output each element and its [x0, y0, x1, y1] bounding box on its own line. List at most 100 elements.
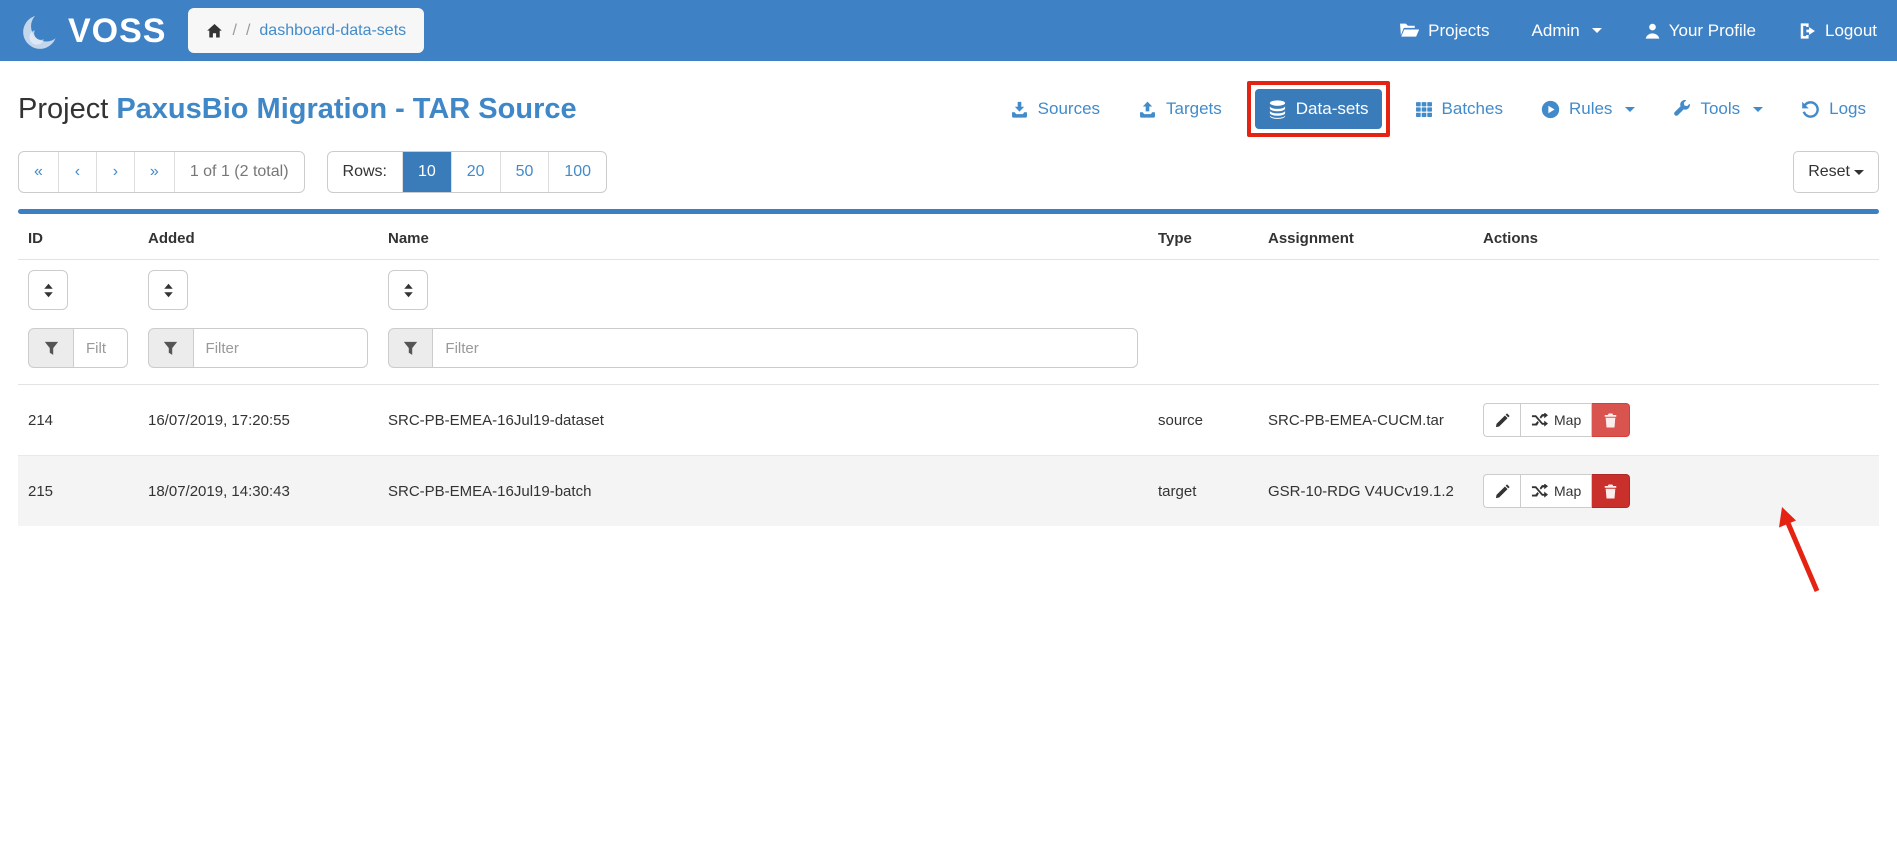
caret-down-icon [1592, 28, 1602, 33]
voss-logo: VOSS [20, 10, 166, 52]
project-name: PaxusBio Migration - TAR Source [116, 93, 576, 125]
tab-tools-dropdown[interactable]: Tools [1660, 89, 1776, 129]
trash-icon [1604, 413, 1617, 428]
rows-label: Rows: [328, 152, 403, 192]
sort-id-button[interactable] [28, 270, 68, 310]
map-button-label: Map [1554, 483, 1581, 499]
reset-button-label: Reset [1808, 163, 1850, 181]
tab-data-sets[interactable]: Data-sets [1255, 89, 1382, 129]
rows-option-10[interactable]: 10 [403, 152, 452, 192]
breadcrumb: / / dashboard-data-sets [188, 8, 424, 53]
page-prev-button[interactable]: ‹ [59, 152, 97, 192]
filter-funnel-icon [44, 341, 59, 356]
map-button[interactable]: Map [1520, 403, 1592, 437]
filter-added-button[interactable] [148, 328, 193, 368]
filter-added-input[interactable] [193, 328, 368, 368]
upload-icon [1138, 101, 1157, 118]
table-grid-icon [1415, 101, 1433, 118]
edit-button[interactable] [1483, 403, 1520, 437]
caret-down-icon [1625, 107, 1635, 112]
caret-down-icon [1753, 107, 1763, 112]
breadcrumb-separator: / [246, 22, 250, 40]
nav-projects[interactable]: Projects [1399, 21, 1489, 41]
tab-batches-label: Batches [1442, 99, 1503, 119]
reset-button[interactable]: Reset [1793, 151, 1879, 193]
row-actions: Map [1483, 403, 1630, 437]
delete-button[interactable] [1592, 403, 1630, 437]
rows-option-100[interactable]: 100 [549, 152, 606, 192]
trash-icon [1604, 484, 1617, 499]
rows-option-20[interactable]: 20 [452, 152, 501, 192]
nav-logout-label: Logout [1825, 21, 1877, 41]
filter-row [18, 322, 1879, 385]
nav-admin-dropdown[interactable]: Admin [1532, 21, 1602, 41]
filter-id-button[interactable] [28, 328, 73, 368]
page-last-button[interactable]: » [135, 152, 175, 192]
page-first-button[interactable]: « [19, 152, 59, 192]
sort-icon [402, 282, 415, 299]
column-header-type: Type [1148, 214, 1258, 260]
sort-added-button[interactable] [148, 270, 188, 310]
cell-id: 214 [18, 385, 138, 456]
sign-out-icon [1798, 22, 1817, 40]
project-tabs: Sources Targets [997, 81, 1879, 137]
rows-option-50[interactable]: 50 [501, 152, 550, 192]
pager-group: « ‹ › » 1 of 1 (2 total) [18, 151, 305, 193]
shuffle-icon [1531, 413, 1548, 427]
history-icon [1801, 100, 1820, 119]
shuffle-icon [1531, 484, 1548, 498]
nav-projects-label: Projects [1428, 21, 1489, 41]
page-next-button[interactable]: › [97, 152, 135, 192]
tab-sources[interactable]: Sources [997, 89, 1113, 129]
red-highlight-box: Data-sets [1247, 81, 1390, 137]
tab-logs-label: Logs [1829, 99, 1866, 119]
map-button-label: Map [1554, 412, 1581, 428]
column-header-name: Name [378, 214, 1148, 260]
cell-type: target [1148, 456, 1258, 527]
cell-assignment: SRC-PB-EMEA-CUCM.tar [1258, 385, 1473, 456]
column-header-added: Added [138, 214, 378, 260]
tab-sources-label: Sources [1038, 99, 1100, 119]
table-row: 214 16/07/2019, 17:20:55 SRC-PB-EMEA-16J… [18, 385, 1879, 456]
page-title-prefix: Project [18, 93, 108, 125]
tab-targets[interactable]: Targets [1125, 89, 1235, 129]
map-button[interactable]: Map [1520, 474, 1592, 508]
pencil-icon [1495, 413, 1510, 428]
tab-logs[interactable]: Logs [1788, 89, 1879, 129]
pencil-icon [1495, 484, 1510, 499]
filter-name-button[interactable] [388, 328, 432, 368]
tab-rules-dropdown[interactable]: Rules [1528, 89, 1648, 129]
filter-name-input[interactable] [432, 328, 1138, 368]
sort-row [18, 260, 1879, 323]
cell-name: SRC-PB-EMEA-16Jul19-dataset [378, 385, 1148, 456]
table-row: 215 18/07/2019, 14:30:43 SRC-PB-EMEA-16J… [18, 456, 1879, 527]
tab-tools-label: Tools [1700, 99, 1740, 119]
delete-button[interactable] [1592, 474, 1630, 508]
sort-name-button[interactable] [388, 270, 428, 310]
tab-targets-label: Targets [1166, 99, 1222, 119]
page-title: Project PaxusBio Migration - TAR Source [18, 93, 577, 126]
top-navbar: VOSS / / dashboard-data-sets Projects Ad… [0, 0, 1897, 61]
tab-data-sets-label: Data-sets [1296, 99, 1369, 119]
breadcrumb-current[interactable]: dashboard-data-sets [259, 22, 406, 40]
data-sets-table: ID Added Name Type Assignment Actions [18, 214, 1879, 526]
column-header-assignment: Assignment [1258, 214, 1473, 260]
filter-id-input[interactable] [73, 328, 128, 368]
edit-button[interactable] [1483, 474, 1520, 508]
breadcrumb-separator: / [232, 22, 236, 40]
cell-id: 215 [18, 456, 138, 527]
tab-rules-label: Rules [1569, 99, 1612, 119]
cell-assignment: GSR-10-RDG V4UCv19.1.2 [1258, 456, 1473, 527]
folder-open-icon [1399, 22, 1420, 39]
page-status: 1 of 1 (2 total) [175, 152, 304, 192]
filter-funnel-icon [163, 341, 178, 356]
user-icon [1644, 22, 1661, 40]
crescent-logo-icon [20, 10, 62, 52]
nav-your-profile[interactable]: Your Profile [1644, 21, 1756, 41]
home-icon[interactable] [206, 23, 223, 39]
cell-type: source [1148, 385, 1258, 456]
wrench-icon [1673, 100, 1691, 118]
database-icon [1268, 100, 1287, 119]
nav-logout[interactable]: Logout [1798, 21, 1877, 41]
tab-batches[interactable]: Batches [1402, 89, 1516, 129]
